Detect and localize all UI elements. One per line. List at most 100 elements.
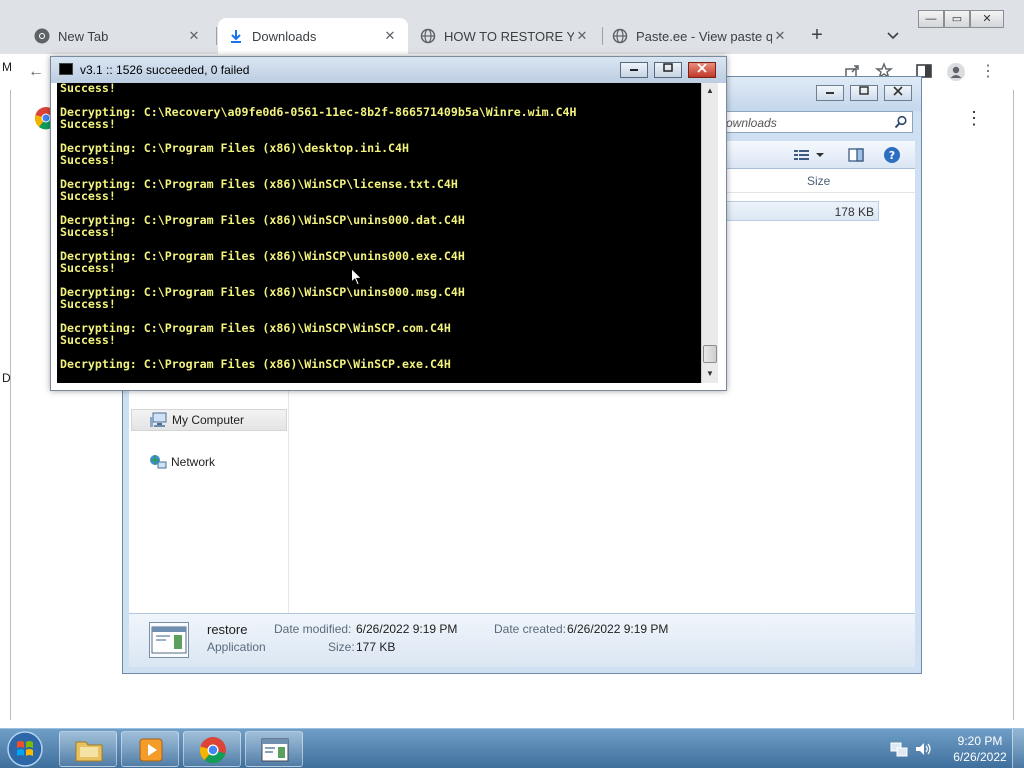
clock-time: 9:20 PM bbox=[957, 734, 1003, 748]
scroll-up-arrow-icon[interactable]: ▲ bbox=[702, 83, 718, 99]
console-close-button[interactable] bbox=[688, 62, 716, 78]
details-date-created: 6/26/2022 9:19 PM bbox=[567, 622, 669, 636]
chrome-close-button[interactable]: ✕ bbox=[970, 10, 1004, 28]
chevron-down-icon[interactable] bbox=[884, 26, 902, 44]
show-desktop-button[interactable] bbox=[1012, 729, 1024, 768]
nav-item-my-computer[interactable]: My Computer bbox=[131, 409, 287, 431]
nav-label: Network bbox=[171, 455, 216, 469]
console-line: Success! bbox=[60, 83, 116, 95]
preview-pane-icon[interactable] bbox=[847, 146, 865, 164]
nav-item-network[interactable]: Network bbox=[131, 451, 287, 473]
new-tab-button[interactable]: + bbox=[806, 24, 828, 46]
mouse-cursor-icon bbox=[351, 267, 363, 286]
search-placeholder: ownloads bbox=[726, 116, 777, 130]
console-maximize-button[interactable] bbox=[654, 62, 682, 78]
tab-title: HOW TO RESTORE YOU bbox=[444, 28, 574, 44]
close-icon[interactable]: ✕ bbox=[574, 28, 590, 44]
console-minimize-button[interactable] bbox=[620, 62, 648, 78]
details-file-name: restore bbox=[207, 622, 248, 637]
details-file-kind: Application bbox=[207, 640, 266, 654]
tab-downloads[interactable]: Downloads ✕ bbox=[218, 18, 408, 54]
downloads-more-actions-button[interactable]: ⋮ bbox=[964, 108, 984, 128]
decryptor-console-window: v3.1 :: 1526 succeeded, 0 failed Success… bbox=[50, 56, 727, 391]
close-icon[interactable]: ✕ bbox=[186, 28, 202, 44]
taskbar-media-player-button[interactable] bbox=[121, 731, 179, 767]
globe-icon bbox=[612, 28, 628, 44]
window-border bbox=[10, 90, 11, 720]
console-app-icon bbox=[260, 736, 290, 764]
tab-new-tab[interactable]: New Tab ✕ bbox=[24, 18, 212, 54]
system-tray: 9:20 PM 6/26/2022 bbox=[884, 729, 1024, 768]
close-icon[interactable]: ✕ bbox=[772, 28, 788, 44]
taskbar-clock[interactable]: 9:20 PM 6/26/2022 bbox=[940, 733, 1020, 765]
tab-separator bbox=[216, 27, 217, 45]
console-line: Success! bbox=[60, 261, 116, 275]
clock-date: 6/26/2022 bbox=[953, 750, 1007, 764]
console-app-icon bbox=[59, 63, 73, 75]
scrollbar-thumb[interactable] bbox=[703, 345, 717, 363]
console-line: Decrypting: C:\Recovery\a09fe0d6-0561-11… bbox=[60, 105, 577, 119]
chrome-icon bbox=[34, 28, 50, 44]
taskbar: 9:20 PM 6/26/2022 bbox=[0, 728, 1024, 768]
globe-icon bbox=[420, 28, 436, 44]
console-output[interactable]: Success! Decrypting: C:\Recovery\a09fe0d6… bbox=[57, 83, 701, 383]
chrome-menu-button[interactable]: ⋮ bbox=[978, 62, 998, 82]
file-size: 178 KB bbox=[834, 205, 874, 219]
tab-title: Paste.ee - View paste q bbox=[636, 28, 772, 44]
taskbar-console-app-button[interactable] bbox=[245, 731, 303, 767]
nav-label: My Computer bbox=[172, 413, 245, 427]
desktop-label-fragment: M bbox=[2, 60, 12, 74]
back-button[interactable]: ← bbox=[26, 62, 46, 82]
chrome-icon bbox=[198, 736, 228, 764]
close-icon[interactable]: ✕ bbox=[382, 28, 398, 44]
console-lines: Success! Decrypting: C:\Recovery\a09fe0d6… bbox=[60, 83, 700, 370]
tab-how-to-restore[interactable]: HOW TO RESTORE YOU ✕ bbox=[410, 18, 600, 54]
tab-title: Downloads bbox=[252, 28, 317, 44]
window-border bbox=[1013, 90, 1014, 720]
chrome-maximize-button[interactable]: ▭ bbox=[944, 10, 970, 28]
console-line: Success! bbox=[60, 189, 116, 203]
console-line: Decrypting: C:\Program Files (x86)\WinSC… bbox=[60, 249, 465, 263]
chrome-minimize-button[interactable]: — bbox=[918, 10, 944, 28]
details-size: 177 KB bbox=[356, 640, 396, 654]
explorer-close-button[interactable] bbox=[884, 85, 912, 101]
media-player-icon bbox=[136, 736, 166, 764]
view-options-icon[interactable] bbox=[793, 146, 811, 164]
explorer-search-input[interactable]: ownloads bbox=[725, 111, 913, 133]
console-line: Success! bbox=[60, 117, 116, 131]
svg-text:?: ? bbox=[889, 149, 895, 162]
chrome-tab-strip: New Tab ✕ Downloads ✕ HOW TO RESTORE YOU… bbox=[0, 0, 1024, 54]
search-icon bbox=[894, 115, 908, 129]
explorer-maximize-button[interactable] bbox=[850, 85, 878, 101]
column-header-size[interactable]: Size bbox=[807, 174, 830, 188]
console-scrollbar[interactable]: ▲ ▼ bbox=[701, 83, 718, 383]
console-line: Decrypting: C:\Program Files (x86)\deskt… bbox=[60, 141, 410, 155]
folder-icon bbox=[74, 736, 104, 764]
tab-paste-ee[interactable]: Paste.ee - View paste q ✕ bbox=[602, 18, 798, 54]
network-icon bbox=[149, 454, 167, 470]
console-line: Success! bbox=[60, 333, 116, 347]
console-titlebar[interactable]: v3.1 :: 1526 succeeded, 0 failed bbox=[51, 57, 726, 83]
details-size-label: Size: bbox=[328, 640, 355, 654]
details-date-created-label: Date created: bbox=[494, 622, 567, 636]
volume-icon[interactable] bbox=[914, 741, 932, 760]
console-line: Decrypting: C:\Program Files (x86)\WinSC… bbox=[60, 357, 451, 371]
tab-title: New Tab bbox=[58, 28, 109, 44]
console-line: Success! bbox=[60, 153, 116, 167]
console-line: Success! bbox=[60, 297, 116, 311]
network-status-icon[interactable] bbox=[890, 741, 908, 760]
profile-avatar-icon[interactable] bbox=[946, 62, 966, 82]
explorer-minimize-button[interactable] bbox=[816, 85, 844, 101]
explorer-details-pane: restore Application Date modified: 6/26/… bbox=[129, 613, 915, 667]
chevron-down-icon[interactable] bbox=[815, 146, 825, 164]
desktop-label-fragment: D bbox=[2, 371, 11, 385]
console-title: v3.1 :: 1526 succeeded, 0 failed bbox=[80, 63, 250, 77]
console-line: Decrypting: C:\Program Files (x86)\WinSC… bbox=[60, 321, 451, 335]
console-line: Success! bbox=[60, 225, 116, 239]
scroll-down-arrow-icon[interactable]: ▼ bbox=[702, 366, 718, 382]
help-icon[interactable]: ? bbox=[883, 146, 901, 164]
taskbar-explorer-button[interactable] bbox=[59, 731, 117, 767]
details-date-modified: 6/26/2022 9:19 PM bbox=[356, 622, 458, 636]
taskbar-chrome-button[interactable] bbox=[183, 731, 241, 767]
start-button[interactable] bbox=[5, 731, 45, 767]
